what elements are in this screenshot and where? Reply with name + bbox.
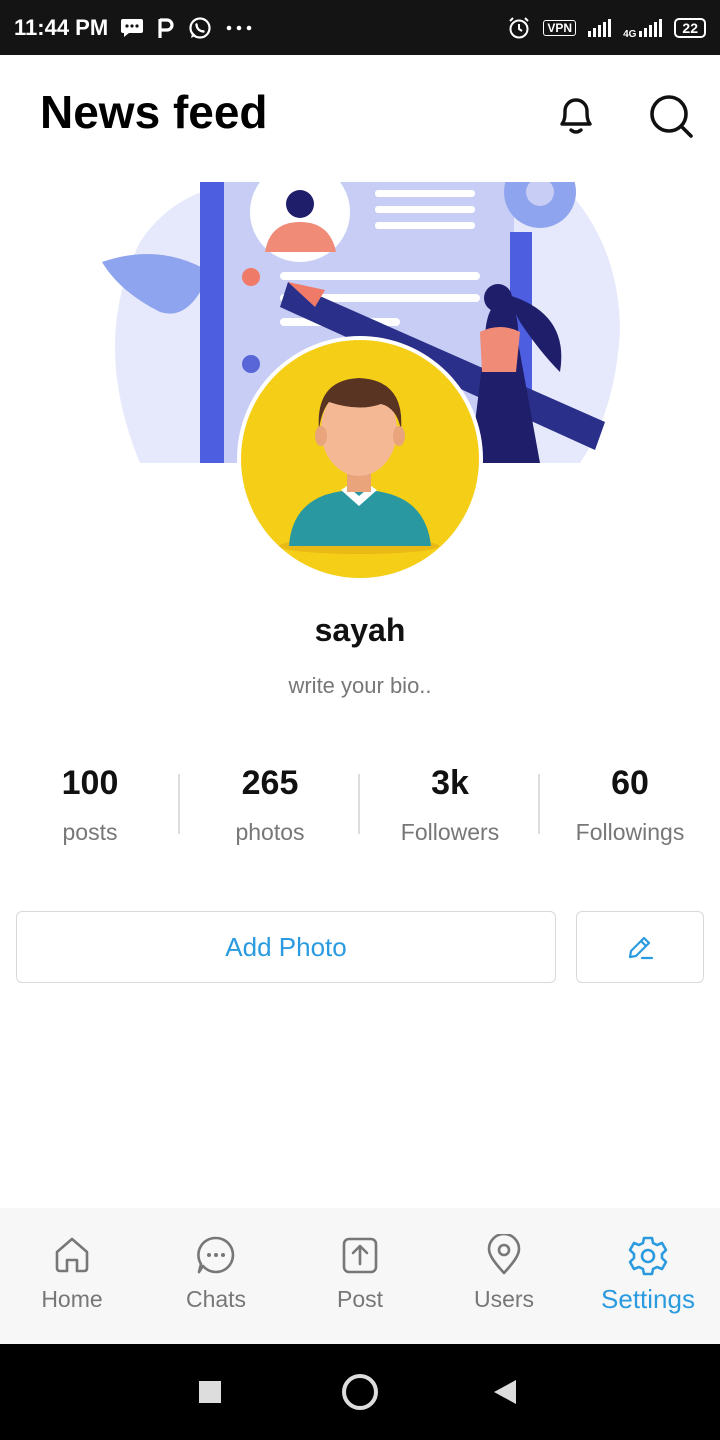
stat-label: Followings [575, 819, 685, 845]
profile-bio[interactable]: write your bio.. [0, 673, 720, 699]
alarm-icon [509, 16, 530, 38]
stat-photos[interactable]: 265 photos [180, 760, 360, 860]
recent-apps-icon[interactable] [198, 1380, 222, 1404]
nav-label: Settings [601, 1284, 695, 1314]
stat-label: posts [62, 819, 118, 845]
stat-value: 3k [431, 764, 469, 802]
message-icon [121, 18, 144, 37]
bell-icon[interactable] [552, 91, 600, 139]
nav-users[interactable]: Users [432, 1208, 576, 1344]
edit-profile-button[interactable] [576, 911, 704, 983]
home-icon [55, 1237, 89, 1273]
nav-chats[interactable]: Chats [144, 1208, 288, 1344]
p-app-icon [158, 17, 174, 38]
profile-avatar[interactable] [237, 336, 483, 582]
stat-posts[interactable]: 100 posts [0, 760, 180, 860]
system-nav-bar [0, 1344, 720, 1440]
profile-stats: 100 posts 265 photos 3k Followers 60 Fol… [0, 760, 720, 860]
nav-home[interactable]: Home [0, 1208, 144, 1344]
back-icon[interactable] [492, 1378, 520, 1406]
nav-label: Users [473, 1286, 535, 1312]
nav-label: Post [336, 1286, 384, 1312]
signal-icon-2 [639, 18, 663, 37]
app-header: News feed [0, 55, 720, 170]
pencil-icon [628, 936, 654, 960]
more-dots-icon [226, 25, 252, 30]
status-time: 11:44 PM [14, 14, 109, 40]
stat-label: Followers [400, 819, 500, 845]
stat-followings[interactable]: 60 Followings [540, 760, 720, 860]
battery-indicator: 22 [674, 17, 706, 38]
upload-icon [342, 1237, 378, 1274]
chat-bubble-icon [197, 1236, 235, 1274]
stat-followers[interactable]: 3k Followers [360, 760, 540, 860]
stat-value: 60 [611, 764, 649, 802]
page-title: News feed [40, 86, 268, 138]
vpn-badge: VPN [543, 19, 577, 36]
whatsapp-icon [189, 16, 211, 39]
location-pin-icon [487, 1234, 521, 1275]
network-type: 4G [623, 29, 637, 40]
home-circle-icon[interactable] [340, 1372, 380, 1412]
stat-value: 265 [241, 764, 299, 802]
search-icon[interactable] [646, 91, 696, 141]
gear-icon [628, 1236, 668, 1276]
status-bar: 11:44 PM VPN 4G 22 [0, 0, 720, 55]
stat-label: photos [235, 819, 305, 845]
stat-value: 100 [61, 764, 119, 802]
signal-icon [588, 18, 612, 37]
add-photo-button[interactable]: Add Photo [16, 911, 556, 983]
nav-label: Chats [185, 1286, 247, 1312]
nav-label: Home [41, 1286, 103, 1312]
nav-post[interactable]: Post [288, 1208, 432, 1344]
nav-settings[interactable]: Settings [576, 1208, 720, 1344]
bottom-nav: Home Chats Post Users Settings [0, 1208, 720, 1344]
profile-username: sayah [314, 612, 406, 648]
